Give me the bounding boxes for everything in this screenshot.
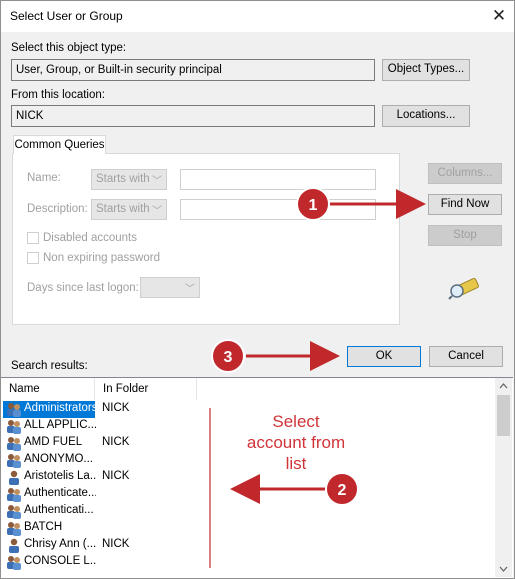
step-3-badge: 3 [211, 339, 245, 373]
step-2-badge: 2 [325, 472, 359, 506]
select-account-note: Select account from list [246, 412, 346, 473]
step-1-badge: 1 [296, 187, 330, 221]
annotation-arrows [209, 189, 426, 568]
